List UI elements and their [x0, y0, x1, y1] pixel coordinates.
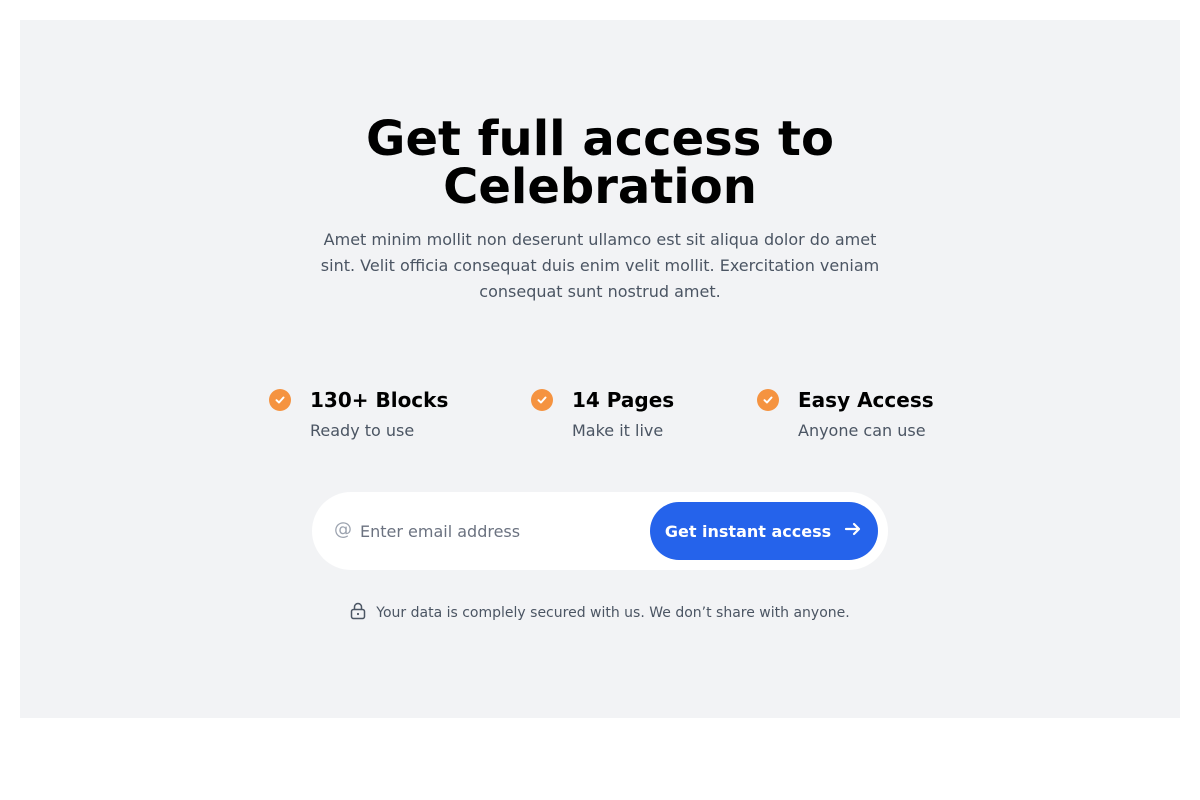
- security-text: Your data is complely secured with us. W…: [376, 605, 850, 621]
- email-form: @ Get instant access: [312, 492, 888, 570]
- title-line-2: Celebration: [443, 159, 757, 215]
- feature-subtitle: Anyone can use: [798, 421, 926, 440]
- feature-title: 14 Pages: [572, 388, 675, 412]
- get-instant-access-button[interactable]: Get instant access: [650, 502, 878, 560]
- security-note: Your data is complely secured with us. W…: [20, 602, 1180, 624]
- page-title: Get full access to Celebration: [20, 115, 1180, 211]
- feature-subtitle: Ready to use: [310, 421, 415, 440]
- cta-section: Get full access to Celebration Amet mini…: [20, 20, 1180, 718]
- cta-label: Get instant access: [664, 521, 832, 541]
- feature-title: Easy Access: [798, 388, 934, 412]
- check-circle-icon: [531, 389, 553, 411]
- feature-subtitle: Make it live: [572, 421, 664, 440]
- check-circle-icon: [269, 389, 291, 411]
- feature-title: 130+ Blocks: [310, 388, 449, 412]
- lock-icon: [350, 602, 366, 624]
- check-circle-icon: [757, 389, 779, 411]
- subtitle: Amet minim mollit non deserunt ullamco e…: [320, 230, 880, 301]
- arrow-right-icon: [843, 519, 863, 543]
- at-icon: @: [334, 519, 352, 540]
- email-input[interactable]: [360, 516, 640, 546]
